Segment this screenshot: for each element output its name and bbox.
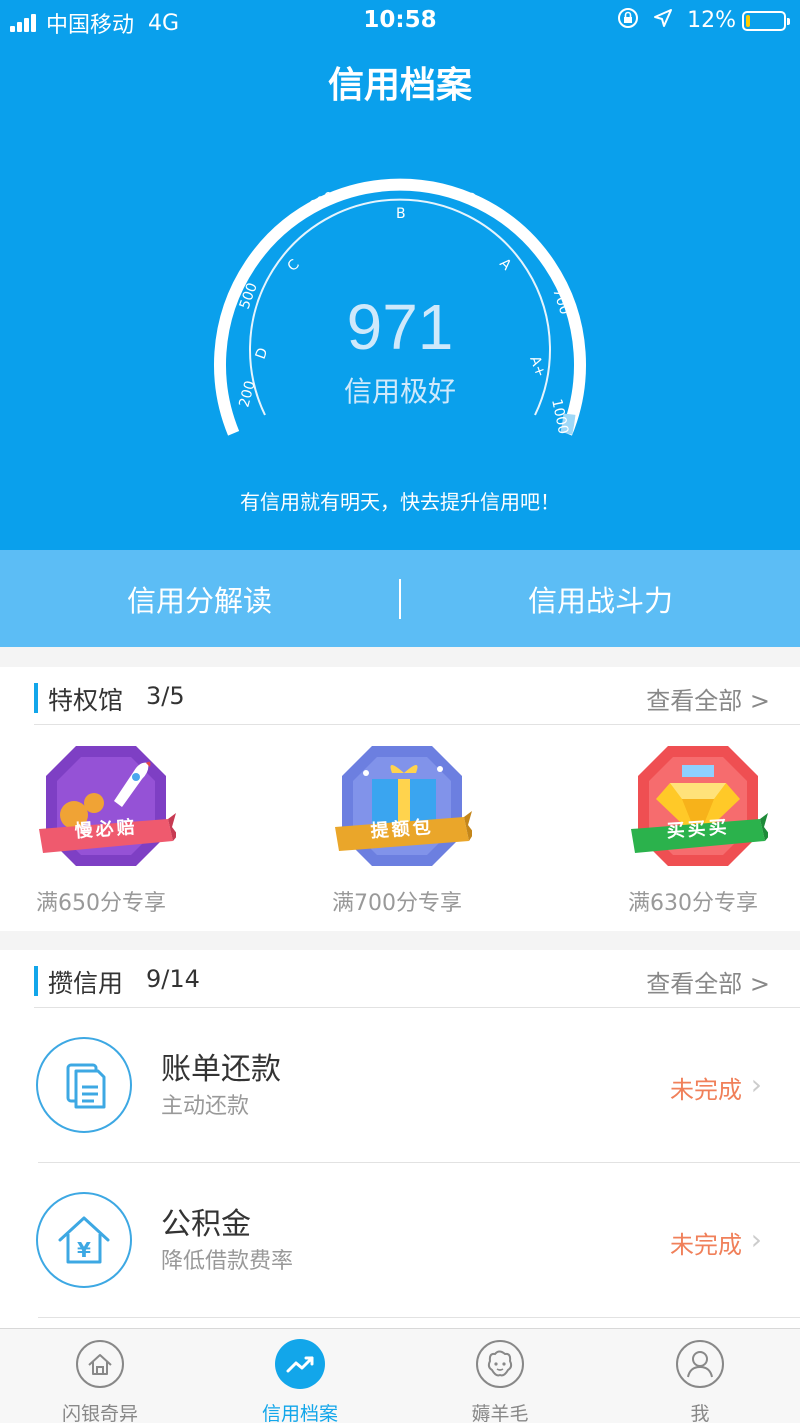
status-right: 12% [617,7,790,34]
credit-tab-strip: 信用分解读 信用战斗力 [0,550,800,647]
tabbar-label: 信用档案 [261,1403,338,1423]
tabbar-item-home[interactable]: 闪银奇异 [0,1329,200,1423]
credit-tasks-section: 攒信用 9/14 查看全部 > 账单还款 主动还款 未完成 › ¥ 公积金 降低… [0,950,800,1328]
task-title: 公积金 [161,1207,251,1242]
tab-credit-power[interactable]: 信用战斗力 [401,578,800,620]
privilege-requirement: 满650分专享 [36,891,166,916]
privilege-requirement: 满700分专享 [332,891,462,916]
chevron-right-icon: › [750,1068,762,1101]
tabbar-item-me[interactable]: 我 [600,1329,800,1423]
user-icon [676,1340,724,1388]
task-status: 未完成 [670,1076,742,1104]
privileges-count: 3/5 [146,682,185,710]
status-bar: 中国移动 4G 10:58 12% [0,0,800,40]
rotation-lock-icon [617,7,639,34]
tabbar-label: 我 [690,1403,710,1423]
credit-tasks-count: 9/14 [146,965,200,993]
task-row-housing-fund[interactable]: ¥ 公积金 降低借款费率 未完成 › [0,1163,800,1318]
battery-percent: 12% [687,8,736,33]
task-subtitle: 降低借款费率 [161,1249,294,1274]
diamond-badge-icon [631,746,768,866]
sheep-icon [476,1340,524,1388]
privileges-header: 特权馆 3/5 查看全部 > [0,667,800,725]
tabbar-item-deals[interactable]: 薅羊毛 [400,1329,600,1423]
credit-tasks-title: 攒信用 [48,969,124,998]
home-icon [76,1340,124,1388]
hero-header: 中国移动 4G 10:58 12% 信用档案 200 500 600 650 7… [0,0,800,550]
credit-tasks-view-all-link[interactable]: 查看全部 > [646,964,770,999]
page-title: 信用档案 [327,65,472,106]
document-icon [36,1037,132,1133]
tabbar-item-credit-file[interactable]: 信用档案 [200,1329,400,1423]
privilege-requirement: 满630分专享 [628,891,758,916]
bottom-tab-bar: 闪银奇异 信用档案 薅羊毛 我 [0,1328,800,1423]
privileges-title: 特权馆 [48,686,124,715]
section-accent-bar [34,966,38,996]
chevron-right-icon: › [750,1223,762,1256]
battery-level [746,14,750,27]
gauge-grade-c: C [285,256,303,274]
credit-rating: 信用极好 [343,375,456,408]
tabbar-label: 闪银奇异 [61,1403,138,1423]
gauge-grade-a: A [496,256,514,274]
privileges-view-all-link[interactable]: 查看全部 > [646,681,770,716]
gauge-grade-b: B [396,206,406,222]
task-status: 未完成 [670,1231,742,1259]
privileges-section: 特权馆 3/5 查看全部 > 慢必赔 满650分专享 提额包 满700分专享 买… [0,667,800,931]
privilege-item-slow-compensation[interactable]: 慢必赔 满650分专享 [36,743,176,923]
task-subtitle: 主动还款 [161,1094,250,1119]
location-icon [653,8,673,33]
tabbar-label: 薅羊毛 [471,1403,529,1423]
credit-tasks-header: 攒信用 9/14 查看全部 > [0,950,800,1008]
slogan-text: 有信用就有明天，快去提升信用吧！ [240,490,560,514]
house-yuan-icon: ¥ [36,1192,132,1288]
privilege-item-limit-boost[interactable]: 提额包 满700分专享 [332,743,472,923]
rocket-badge-icon [39,746,176,866]
privilege-item-shopping[interactable]: 买买买 满630分专享 [628,743,768,923]
credit-score: 971 [346,291,454,363]
task-row-bill-repayment[interactable]: 账单还款 主动还款 未完成 › [0,1008,800,1163]
battery-icon [742,10,790,31]
svg-text:¥: ¥ [77,1238,91,1262]
gift-badge-icon [335,746,472,866]
section-accent-bar [34,683,38,713]
trend-chart-icon [275,1339,325,1389]
tab-credit-interpretation[interactable]: 信用分解读 [0,578,399,620]
task-title: 账单还款 [161,1052,281,1087]
